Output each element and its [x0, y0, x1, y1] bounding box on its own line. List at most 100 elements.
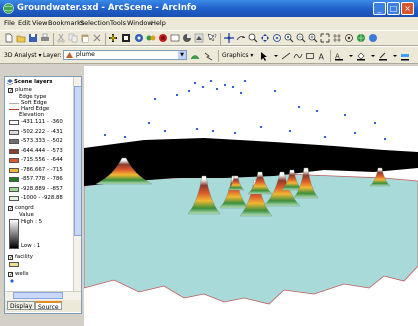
- chevron-down-icon[interactable]: [346, 51, 356, 61]
- hard-edge-line-swatch: [9, 109, 19, 110]
- text-tool-icon[interactable]: A: [317, 51, 327, 62]
- chevron-down-icon[interactable]: [390, 51, 400, 61]
- elevation-class-swatch: [9, 129, 19, 135]
- tab-display[interactable]: Display: [7, 301, 36, 310]
- zoom-to-target-icon[interactable]: [284, 33, 294, 43]
- scene-layers-icon: [7, 79, 13, 85]
- arcscene-globe-icon: [3, 3, 14, 14]
- draw-line-icon[interactable]: [281, 51, 291, 61]
- layer-facility[interactable]: facility: [15, 254, 33, 260]
- congrd-color-ramp: [9, 219, 19, 249]
- facility-visibility-checkbox[interactable]: ✓: [8, 255, 13, 261]
- pan-icon[interactable]: [260, 33, 270, 43]
- well-point: [234, 132, 236, 134]
- navigate-icon[interactable]: [224, 33, 234, 43]
- menu-tools[interactable]: Tools: [110, 19, 126, 27]
- draw-rectangle-icon[interactable]: [305, 51, 315, 61]
- chevron-down-icon[interactable]: [368, 51, 378, 61]
- layer-congrd[interactable]: congrd: [15, 205, 34, 211]
- congrd-high-label: High : 5: [21, 219, 43, 225]
- line-color-icon[interactable]: [378, 51, 388, 61]
- chevron-down-icon[interactable]: ▼: [178, 51, 186, 59]
- well-point: [210, 80, 212, 82]
- menu-view[interactable]: View: [32, 19, 47, 27]
- model-builder-icon[interactable]: [146, 33, 156, 43]
- menu-edit[interactable]: Edit: [18, 19, 31, 27]
- delete-icon[interactable]: [92, 33, 102, 43]
- close-button[interactable]: ×: [401, 2, 414, 15]
- scene-canvas[interactable]: [84, 66, 418, 326]
- fill-color-icon[interactable]: [356, 51, 366, 61]
- cut-icon[interactable]: [56, 33, 66, 43]
- toolbar-separator: [220, 33, 221, 45]
- minimize-button[interactable]: _: [373, 2, 386, 15]
- scene-view[interactable]: [84, 66, 418, 326]
- marker-color-icon[interactable]: [400, 51, 410, 61]
- well-point: [202, 86, 204, 88]
- draw-curve-icon[interactable]: [293, 51, 303, 61]
- animation-icon[interactable]: [368, 33, 378, 43]
- wells-visibility-checkbox[interactable]: ✓: [8, 272, 13, 278]
- globe-icon[interactable]: [356, 33, 366, 43]
- tab-source[interactable]: Source: [35, 301, 62, 311]
- full-extent-icon[interactable]: [320, 33, 330, 43]
- font-color-icon[interactable]: A: [334, 51, 344, 61]
- save-icon[interactable]: [28, 33, 38, 43]
- print-icon[interactable]: [40, 33, 50, 43]
- layer-plume[interactable]: plume: [15, 87, 32, 93]
- select-elements-icon[interactable]: [259, 51, 269, 61]
- scene-layers-title: Scene layers: [14, 79, 53, 85]
- open-folder-icon[interactable]: [16, 33, 26, 43]
- grid-icon[interactable]: [332, 33, 342, 43]
- graphics-menu[interactable]: Graphics ▾: [222, 52, 253, 59]
- layer-select[interactable]: plume ▼: [63, 50, 187, 60]
- new-document-icon[interactable]: [4, 33, 14, 43]
- editor-toolbar-icon[interactable]: [121, 33, 131, 43]
- scene-properties-icon[interactable]: [344, 33, 354, 43]
- well-point: [244, 80, 246, 82]
- steepest-path-icon[interactable]: [204, 51, 214, 61]
- well-point: [216, 88, 218, 90]
- well-point: [224, 84, 226, 86]
- menu-window[interactable]: Window: [127, 19, 153, 27]
- whats-this-help-icon[interactable]: ?: [207, 33, 217, 43]
- layer-visibility-icon[interactable]: [194, 33, 204, 43]
- well-point: [324, 136, 326, 138]
- svg-text:A: A: [319, 53, 325, 62]
- well-point: [164, 130, 166, 132]
- toc-scroll-thumb[interactable]: [74, 86, 81, 236]
- layer-wells[interactable]: wells: [15, 271, 29, 277]
- elevation-class-label: -928.889 - -857: [21, 185, 63, 192]
- maximize-button[interactable]: □: [387, 2, 400, 15]
- menu-file[interactable]: File: [4, 19, 15, 27]
- toc-horizontal-scrollbar[interactable]: [5, 291, 81, 300]
- congrd-low-label: Low : 1: [21, 243, 41, 249]
- fly-icon[interactable]: [236, 33, 246, 43]
- copy-icon[interactable]: [68, 33, 78, 43]
- facility-fill-swatch: [9, 262, 19, 267]
- command-line-icon[interactable]: [158, 33, 168, 43]
- toc-hscroll-thumb[interactable]: [13, 292, 63, 299]
- menu-selection[interactable]: Selection: [80, 19, 110, 27]
- chart-pie-icon[interactable]: [182, 33, 192, 43]
- 3d-analyst-menu[interactable]: 3D Analyst ▾: [4, 52, 42, 59]
- zoom-in-out-icon[interactable]: [248, 33, 258, 43]
- chevron-down-icon[interactable]: [271, 51, 281, 61]
- contour-icon[interactable]: [190, 51, 200, 61]
- toc-vertical-scrollbar[interactable]: [73, 77, 81, 291]
- scene-window-icon[interactable]: [170, 33, 180, 43]
- elevation-class-swatch: [9, 167, 19, 173]
- zoom-in-icon[interactable]: [308, 33, 318, 43]
- set-observer-icon[interactable]: [296, 33, 306, 43]
- add-data-icon[interactable]: [108, 33, 118, 43]
- menu-help[interactable]: Help: [151, 19, 166, 27]
- layer-symbol-icon: [66, 52, 73, 58]
- arctoolbox-icon[interactable]: [134, 33, 144, 43]
- target-center-icon[interactable]: [272, 33, 282, 43]
- congrd-visibility-checkbox[interactable]: ✓: [8, 206, 13, 212]
- title-bar: Groundwater.sxd - ArcScene - ArcInfo _ □…: [0, 0, 418, 17]
- menu-bookmarks[interactable]: Bookmarks: [48, 19, 84, 27]
- paste-icon[interactable]: [80, 33, 90, 43]
- well-point: [188, 90, 190, 92]
- plume-visibility-checkbox[interactable]: ✓: [8, 88, 13, 94]
